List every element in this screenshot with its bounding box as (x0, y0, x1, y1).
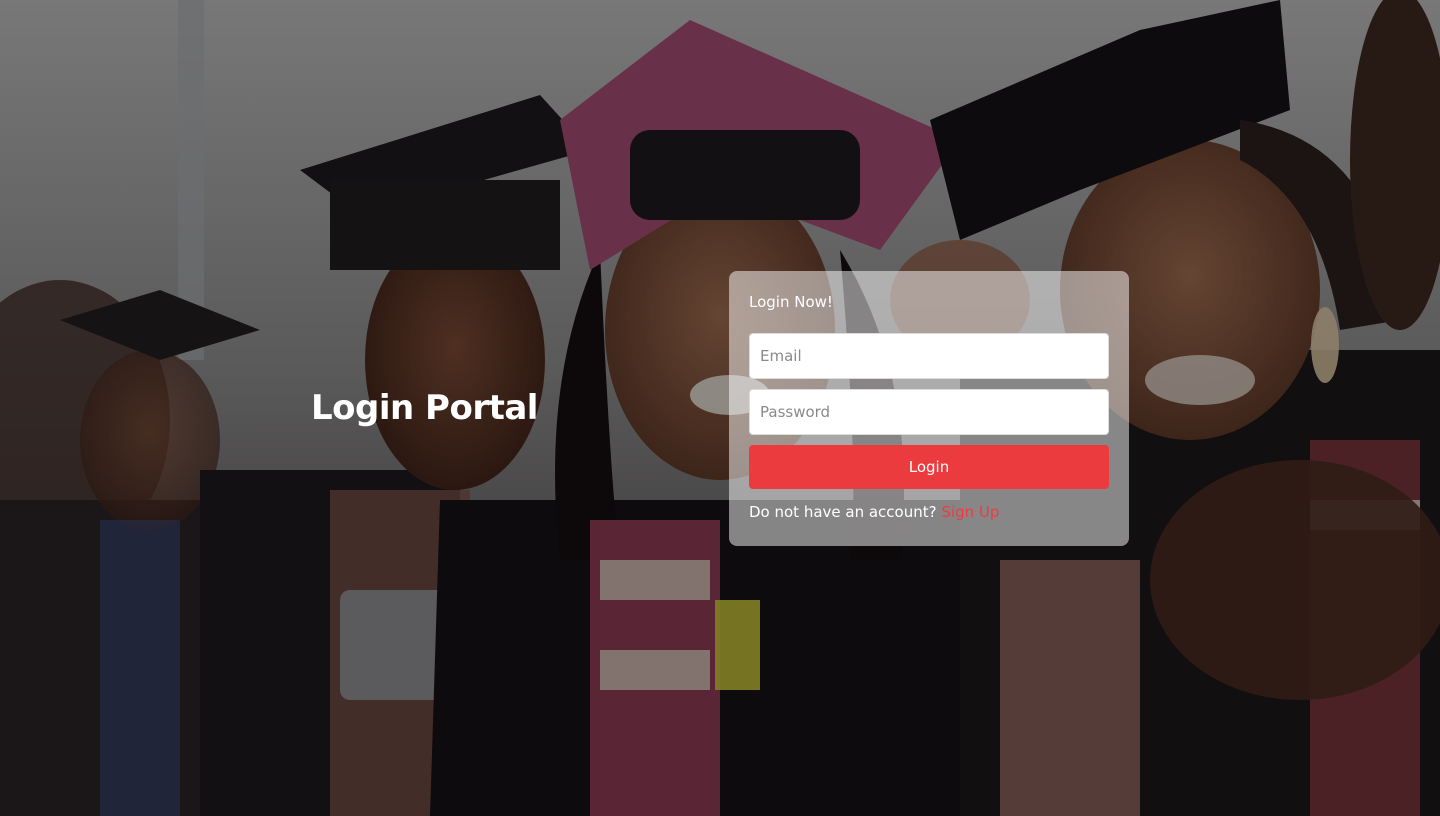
email-field[interactable] (749, 333, 1109, 379)
page-title: Login Portal (311, 388, 538, 428)
login-card: Login Now! Login Do not have an account?… (729, 271, 1129, 546)
background-overlay (0, 0, 1440, 816)
signup-prompt: Do not have an account? (749, 503, 937, 521)
password-field[interactable] (749, 389, 1109, 435)
signup-link[interactable]: Sign Up (941, 503, 999, 521)
login-page: Login Portal Login Now! Login Do not hav… (0, 0, 1440, 816)
signup-prompt-line: Do not have an account? Sign Up (749, 501, 1109, 523)
login-heading: Login Now! (749, 293, 833, 311)
login-button[interactable]: Login (749, 445, 1109, 489)
